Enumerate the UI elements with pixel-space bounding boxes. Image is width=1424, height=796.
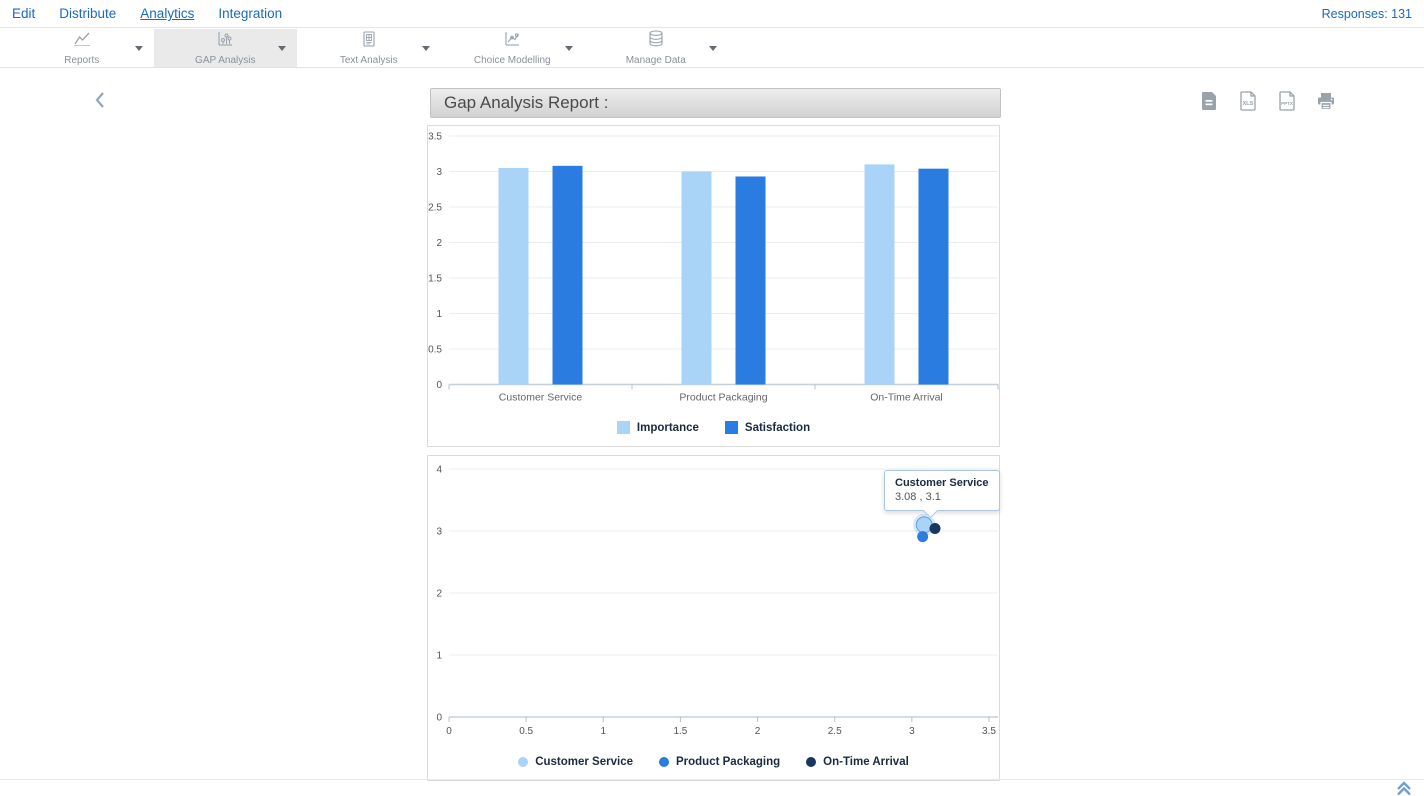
- svg-text:4: 4: [436, 465, 442, 476]
- product-packaging-swatch: [659, 757, 669, 767]
- svg-text:Customer Service: Customer Service: [499, 392, 583, 404]
- toolbar-item-label: Choice Modelling: [474, 55, 551, 66]
- choice-modelling-icon: [503, 31, 521, 52]
- footer-divider: [0, 779, 1424, 780]
- scroll-to-top-button[interactable]: [1394, 781, 1414, 796]
- print-icon: [1316, 92, 1336, 114]
- gap-analysis-icon: [216, 31, 234, 52]
- toolbar-item-text-analysis[interactable]: Text Analysis: [297, 29, 441, 67]
- importance-swatch: [617, 421, 630, 434]
- toolbar-item-label: GAP Analysis: [195, 55, 255, 66]
- customer-service-swatch: [518, 757, 528, 767]
- svg-text:2.5: 2.5: [428, 203, 442, 214]
- text-analysis-icon: [361, 31, 377, 52]
- nav-item-edit[interactable]: Edit: [12, 6, 35, 21]
- document-export-icon: [1200, 91, 1218, 114]
- export-toolbar: XLS PPTX: [1196, 90, 1338, 115]
- back-chevron-button[interactable]: [90, 90, 110, 112]
- bar-chart-legend: Importance Satisfaction: [428, 421, 999, 434]
- legend-item-importance[interactable]: Importance: [617, 421, 699, 434]
- chart-tooltip: Customer Service 3.08 , 3.1: [884, 470, 1000, 511]
- legend-item-on-time-arrival[interactable]: On-Time Arrival: [806, 756, 909, 768]
- svg-text:0.5: 0.5: [428, 345, 442, 356]
- svg-text:3.5: 3.5: [982, 726, 996, 737]
- gap-bar-chart-card: 0.5 1 1.5 2 2.5 3 3.5 0 Customer Service Product …: [427, 125, 1000, 447]
- legend-label: Product Packaging: [676, 756, 780, 768]
- svg-text:3: 3: [436, 527, 442, 538]
- analytics-toolbar: Reports GAP Analysis Text Analysis Choic…: [0, 29, 1424, 68]
- toolbar-item-reports[interactable]: Reports: [10, 29, 154, 67]
- chevron-down-icon[interactable]: [709, 46, 717, 51]
- svg-text:0.5: 0.5: [519, 726, 533, 737]
- legend-label: On-Time Arrival: [823, 756, 909, 768]
- tooltip-title: Customer Service: [895, 477, 989, 489]
- svg-text:3: 3: [436, 167, 442, 178]
- svg-text:0: 0: [446, 726, 452, 737]
- export-document-button[interactable]: [1196, 90, 1221, 115]
- chevron-down-icon[interactable]: [422, 46, 430, 51]
- svg-text:0: 0: [436, 713, 442, 724]
- line-chart-icon: [73, 31, 91, 52]
- svg-text:1: 1: [601, 726, 607, 737]
- chevron-left-icon: [93, 97, 107, 112]
- pptx-file-icon: PPTX: [1278, 91, 1296, 114]
- main-menu: Edit Distribute Analytics Integration: [12, 6, 282, 21]
- importance-satisfaction-bar-chart[interactable]: 0.5 1 1.5 2 2.5 3 3.5 0 Customer Service Product …: [428, 126, 999, 411]
- toolbar-item-label: Text Analysis: [340, 55, 398, 66]
- print-button[interactable]: [1313, 90, 1338, 115]
- svg-text:1.5: 1.5: [673, 726, 687, 737]
- export-pptx-button[interactable]: PPTX: [1274, 90, 1299, 115]
- svg-text:2.5: 2.5: [828, 726, 842, 737]
- on-time-arrival-swatch: [806, 757, 816, 767]
- report-title-bar: Gap Analysis Report :: [430, 88, 1001, 118]
- svg-text:2: 2: [436, 238, 442, 249]
- legend-label: Satisfaction: [745, 422, 810, 434]
- svg-text:0: 0: [436, 380, 442, 391]
- toolbar-item-choice-modelling[interactable]: Choice Modelling: [441, 29, 585, 67]
- svg-text:PPTX: PPTX: [1281, 101, 1294, 106]
- legend-item-satisfaction[interactable]: Satisfaction: [725, 421, 810, 434]
- chevron-down-icon[interactable]: [135, 46, 143, 51]
- nav-item-integration[interactable]: Integration: [218, 6, 282, 21]
- xls-file-icon: XLS: [1239, 91, 1257, 114]
- tooltip-value: 3.08 , 3.1: [895, 491, 989, 503]
- double-chevron-up-icon: [1394, 784, 1414, 796]
- chevron-down-icon[interactable]: [565, 46, 573, 51]
- svg-text:3.5: 3.5: [428, 132, 442, 143]
- nav-item-analytics[interactable]: Analytics: [140, 6, 194, 21]
- svg-text:XLS: XLS: [1242, 101, 1253, 107]
- toolbar-item-gap-analysis[interactable]: GAP Analysis: [154, 29, 298, 67]
- svg-text:2: 2: [755, 726, 761, 737]
- svg-text:On-Time Arrival: On-Time Arrival: [870, 392, 943, 404]
- svg-text:1: 1: [436, 651, 442, 662]
- satisfaction-swatch: [725, 421, 738, 434]
- svg-text:3: 3: [909, 726, 915, 737]
- toolbar-item-label: Manage Data: [626, 55, 686, 66]
- scatter-chart-legend: Customer Service Product Packaging On-Ti…: [428, 756, 999, 768]
- responses-count: Responses: 131: [1322, 7, 1412, 21]
- toolbar-item-manage-data[interactable]: Manage Data: [584, 29, 728, 67]
- database-icon: [647, 30, 665, 52]
- legend-item-product-packaging[interactable]: Product Packaging: [659, 756, 780, 768]
- svg-text:Product Packaging: Product Packaging: [679, 392, 767, 404]
- chevron-down-icon[interactable]: [278, 46, 286, 51]
- legend-item-customer-service[interactable]: Customer Service: [518, 756, 633, 768]
- top-nav-bar: Edit Distribute Analytics Integration Re…: [0, 0, 1424, 28]
- nav-item-distribute[interactable]: Distribute: [59, 6, 116, 21]
- page-title: Gap Analysis Report :: [444, 93, 608, 113]
- svg-text:1.5: 1.5: [428, 274, 442, 285]
- svg-text:1: 1: [436, 309, 442, 320]
- legend-label: Customer Service: [535, 756, 633, 768]
- export-xls-button[interactable]: XLS: [1235, 90, 1260, 115]
- legend-label: Importance: [637, 422, 699, 434]
- gap-scatter-chart-card: 1 2 3 4 00 0.5 1 1.5 2 2.5 3 3.5 Customer Service 3…: [427, 455, 1000, 781]
- toolbar-item-label: Reports: [64, 55, 99, 66]
- svg-text:2: 2: [436, 589, 442, 600]
